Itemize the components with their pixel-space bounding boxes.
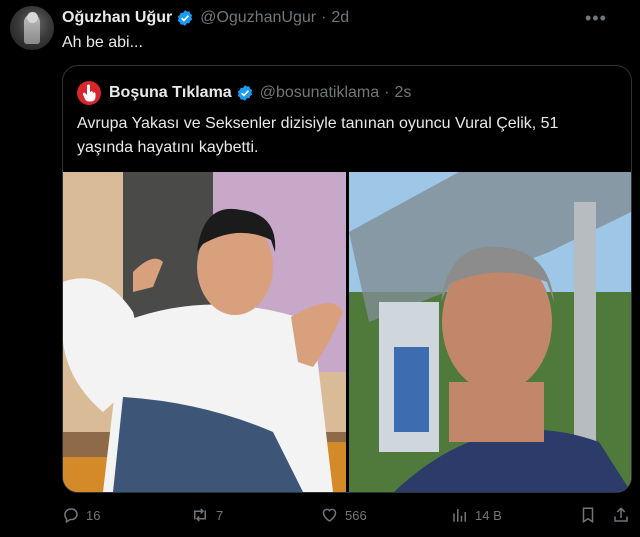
author-handle[interactable]: @OguzhanUgur <box>200 9 316 27</box>
verified-icon <box>236 84 254 102</box>
author-avatar[interactable] <box>10 6 54 50</box>
quoted-author-handle: @bosunatiklama <box>259 84 380 101</box>
reply-count: 16 <box>86 507 101 523</box>
more-icon[interactable]: ••• <box>585 8 607 29</box>
views-count: 14 B <box>475 507 502 523</box>
repost-button[interactable]: 7 <box>190 506 223 524</box>
quoted-time: 2s <box>394 84 412 101</box>
separator-dot: · <box>321 9 327 26</box>
author-name[interactable]: Oğuzhan Uğur <box>62 9 172 27</box>
tweet-header: Oğuzhan Uğur @OguzhanUgur · 2d <box>62 8 349 28</box>
verified-icon <box>176 9 194 27</box>
action-bar: 16 7 566 14 B <box>0 506 640 530</box>
tweet-time[interactable]: 2d <box>331 9 349 27</box>
like-button[interactable]: 566 <box>320 506 367 524</box>
quoted-author-name: Boşuna Tıklama <box>109 84 232 101</box>
repost-count: 7 <box>216 507 224 523</box>
tweet-text: Ah be abi... <box>62 34 143 51</box>
views-icon <box>453 509 466 522</box>
quoted-header: Boşuna Tıklama @bosunatiklama · 2s <box>77 81 412 105</box>
repost-icon <box>194 508 206 522</box>
reply-button[interactable]: 16 <box>62 506 100 524</box>
bookmark-icon[interactable] <box>579 506 603 524</box>
media-photo-left[interactable] <box>63 172 346 492</box>
separator-dot: · <box>384 84 390 101</box>
quoted-avatar <box>77 81 101 105</box>
quoted-text: Avrupa Yakası ve Seksenler dizisiyle tan… <box>77 115 559 156</box>
quoted-tweet[interactable]: Boşuna Tıklama @bosunatiklama · 2s Avrup… <box>62 65 632 493</box>
reply-icon <box>64 508 78 524</box>
share-icon[interactable] <box>612 506 636 524</box>
like-icon <box>322 508 337 522</box>
like-count: 566 <box>345 507 367 523</box>
views-button[interactable]: 14 B <box>451 506 502 524</box>
media-grid <box>63 172 631 492</box>
media-photo-right[interactable] <box>349 172 631 492</box>
